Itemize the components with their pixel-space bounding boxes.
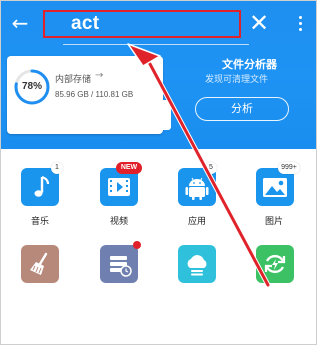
back-arrow-icon[interactable]: ← <box>9 11 31 35</box>
video-label[interactable]: 视频 <box>94 214 144 227</box>
storage-percent: 78% <box>21 81 42 92</box>
search-input[interactable]: act <box>71 13 99 35</box>
music-note-icon <box>34 175 50 197</box>
close-icon[interactable]: ✕ <box>247 11 271 35</box>
video-new-badge: NEW <box>116 162 142 174</box>
search-underline <box>63 44 249 45</box>
music-label[interactable]: 音乐 <box>15 214 65 227</box>
storage-used: 85.96 GB <box>55 90 89 99</box>
storage-size: 85.96 GB / 110.81 GB <box>55 90 133 99</box>
pictures-badge: 999+ <box>278 162 300 174</box>
cloud-tile[interactable] <box>178 245 216 283</box>
chevron-right-icon: → <box>95 70 104 81</box>
stack-tile[interactable] <box>100 245 138 283</box>
music-tile[interactable] <box>21 168 59 206</box>
storage-separator: / <box>91 90 94 99</box>
sync-icon <box>264 254 286 274</box>
analyzer-title: 文件分析器 <box>222 58 277 71</box>
cloud-icon <box>187 255 207 276</box>
broom-icon <box>30 252 48 275</box>
stack-clock-icon <box>110 256 132 277</box>
storage-card[interactable]: 78% 内部存储 → 85.96 GB / 110.81 GB <box>7 56 171 134</box>
analyzer-subtitle: 发现可清理文件 <box>205 75 269 85</box>
app-screen: ← act ✕ 78% 内部存储 → 85.96 GB / 110.81 GB … <box>0 0 317 345</box>
storage-title: 内部存储 <box>55 75 92 85</box>
sync-tile[interactable] <box>256 245 294 283</box>
cleaner-tile[interactable] <box>21 245 59 283</box>
notification-dot <box>133 241 141 249</box>
more-vertical-icon[interactable] <box>294 13 306 35</box>
header-panel: ← act ✕ 78% 内部存储 → 85.96 GB / 110.81 GB … <box>1 1 316 149</box>
analyze-button[interactable]: 分析 <box>195 97 289 121</box>
search-field[interactable]: act <box>43 10 241 38</box>
pictures-label[interactable]: 图片 <box>249 214 299 227</box>
apps-badge: 5 <box>205 162 217 174</box>
storage-total: 110.81 GB <box>95 90 134 99</box>
apps-label[interactable]: 应用 <box>172 214 222 227</box>
music-badge: 1 <box>51 162 63 174</box>
